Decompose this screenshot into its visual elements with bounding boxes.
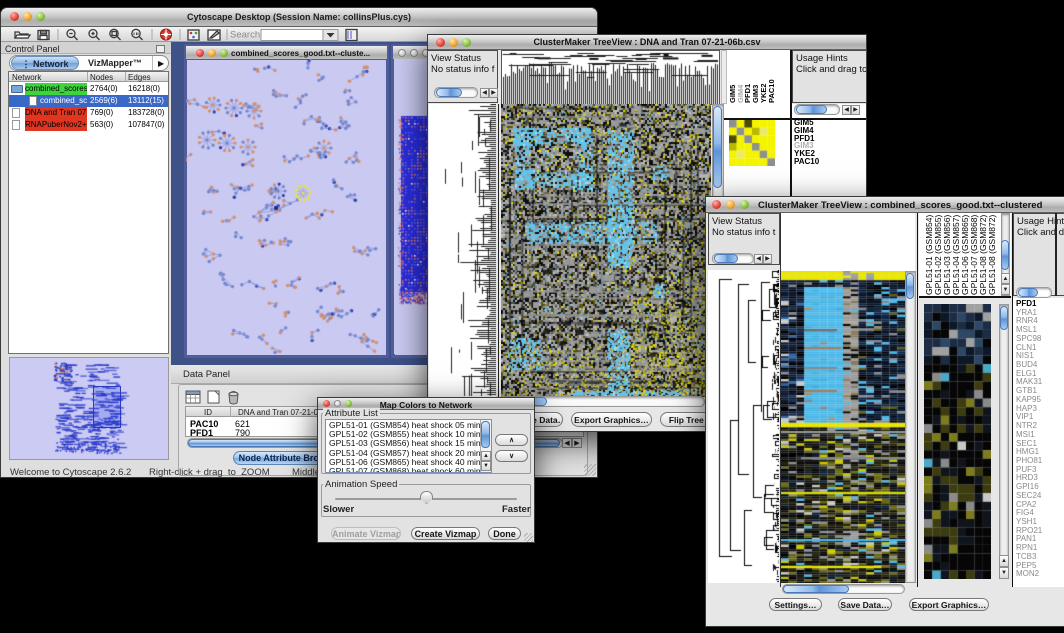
svg-text:Search:: Search: bbox=[230, 30, 263, 41]
